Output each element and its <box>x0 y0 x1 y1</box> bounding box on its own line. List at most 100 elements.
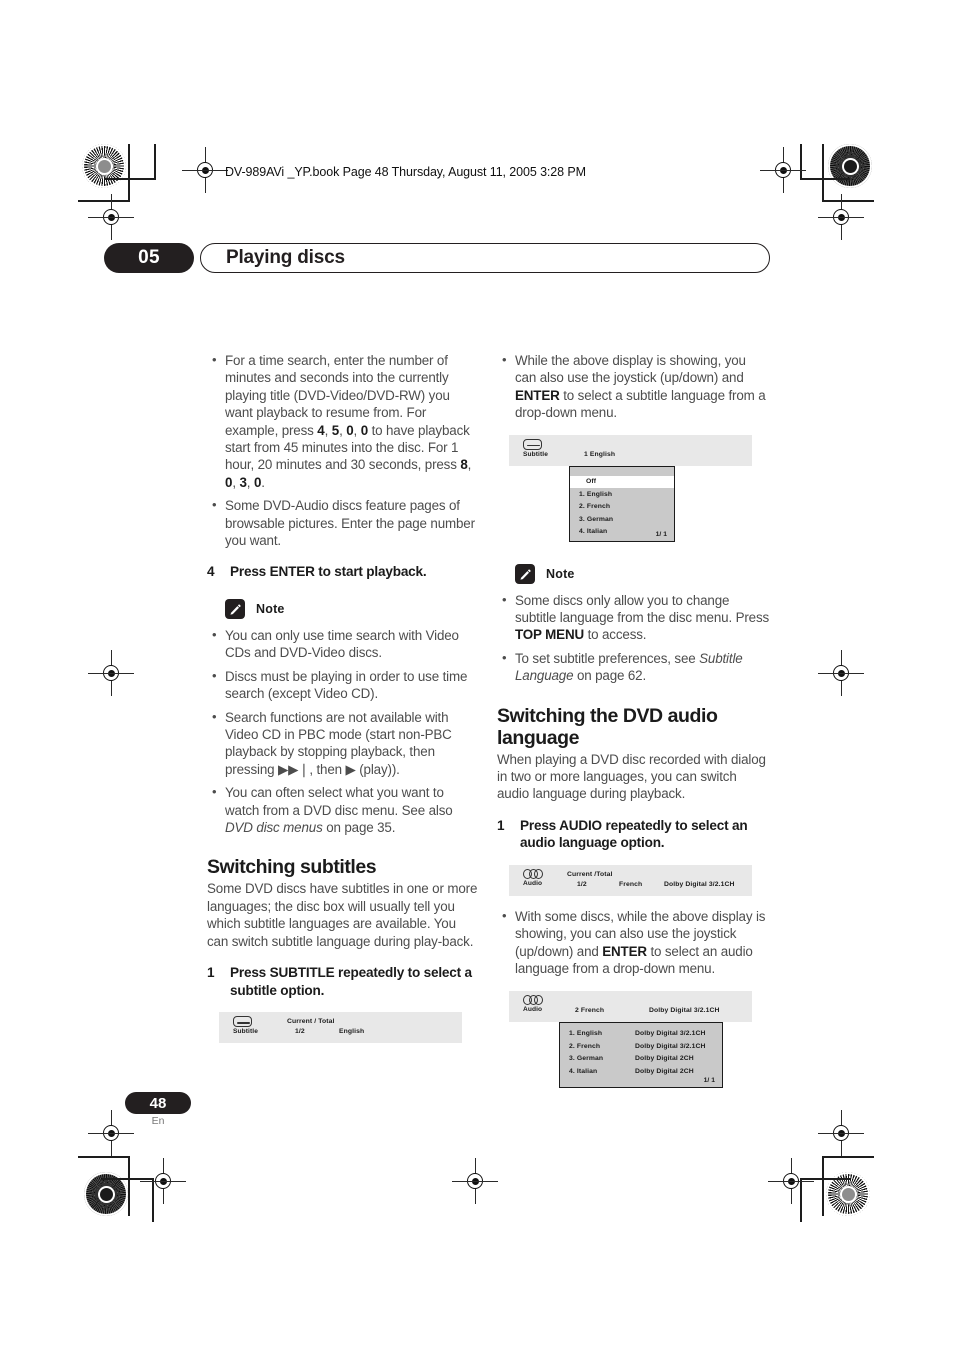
step-1-subtitle-text: Press SUBTITLE repeatedly to select a su… <box>230 965 472 998</box>
trim-mark-bottom-right-v2 <box>800 1178 802 1222</box>
trim-mark-top-left-h <box>78 200 130 202</box>
menu-item-audio-2[interactable]: 3. German Dolby Digital 2CH <box>560 1053 722 1066</box>
trim-mark-bottom-left-h2 <box>102 1178 154 1180</box>
osd-audio-icon-label: Audio <box>523 879 543 887</box>
menu-item-subtitle-2-label: 2. French <box>579 503 611 511</box>
list-item: Some DVD-Audio discs feature pages of br… <box>207 496 480 549</box>
right-column: While the above display is showing, you … <box>497 351 770 1088</box>
osd-audio-dropdown: Audio 2 French Dolby Digital 3/2.1CH 1. … <box>497 990 770 1088</box>
audio-dropdown-menu[interactable]: 1. English Dolby Digital 3/2.1CH 2. Fren… <box>559 1021 723 1088</box>
menu-item-audio-3-label: 4. Italian <box>569 1067 598 1075</box>
osd-audio-bar: Audio Current /Total 1/2 French Dolby Di… <box>509 864 752 896</box>
step-1-audio-number: 1 <box>497 817 505 833</box>
note-pencil-icon <box>515 563 535 584</box>
list-item: While the above display is showing, you … <box>497 351 770 422</box>
trim-mark-bottom-left-v <box>128 1156 130 1216</box>
menu-item-audio-0[interactable]: 1. English Dolby Digital 3/2.1CH <box>560 1028 722 1041</box>
list-item: You can often select what you want to wa… <box>207 783 480 836</box>
subtitle-dropdown-bullets: While the above display is showing, you … <box>497 351 770 422</box>
section-heading-switching-subtitles: Switching subtitles <box>207 856 377 879</box>
menu-item-subtitle-3-label: 3. German <box>579 515 614 523</box>
registration-rosette-top-left <box>82 144 126 188</box>
menu-item-subtitle-3[interactable]: 3. German <box>570 513 674 526</box>
note-label-right: Note <box>546 566 575 581</box>
time-search-bullets: For a time search, enter the number of m… <box>207 351 480 549</box>
menu-item-audio-1-label: 2. French <box>569 1042 601 1050</box>
note-header-left: Note <box>207 598 480 619</box>
trim-mark-top-left-h2 <box>104 178 156 180</box>
list-item: Discs must be playing in order to use ti… <box>207 667 480 703</box>
osd-subtitle-status: Subtitle Current / Total 1/2 English <box>207 1012 480 1044</box>
registration-mark-left-lower <box>88 1110 134 1156</box>
osd-audio-menu-bar: Audio 2 French Dolby Digital 3/2.1CH <box>509 990 752 1022</box>
section-body-switching-subtitles: Some DVD discs have subtitles in one or … <box>207 881 478 949</box>
osd-audio-status: Audio Current /Total 1/2 French Dolby Di… <box>497 864 770 896</box>
osd-subtitle-menu-icon-label: Subtitle <box>523 450 548 458</box>
osd-subtitle-dropdown: Subtitle 1 English Off 1. English 2. Fre… <box>497 434 770 542</box>
osd-audio-current-total: 1/2 <box>577 880 587 888</box>
list-item: With some discs, while the above display… <box>497 907 770 978</box>
osd-audio-header-label: Current /Total <box>567 870 613 878</box>
trim-mark-top-right-h2 <box>800 178 850 180</box>
menu-item-subtitle-0[interactable]: Off <box>570 475 674 489</box>
note-bullets-left: You can only use time search with Video … <box>207 626 480 836</box>
trim-mark-bottom-left-v2 <box>152 1178 154 1222</box>
menu-item-audio-3[interactable]: 4. Italian Dolby Digital 2CH <box>560 1065 722 1078</box>
step-1-subtitle-number: 1 <box>207 965 215 981</box>
chapter-banner: 05 Playing discs <box>104 243 770 273</box>
osd-subtitle-menu-bar: Subtitle 1 English <box>509 434 752 466</box>
menu-item-audio-1-format: Dolby Digital 3/2.1CH <box>635 1042 706 1050</box>
list-item: To set subtitle preferences, see Subtitl… <box>497 649 770 685</box>
print-file-header: DV-989AVi _YP.book Page 48 Thursday, Aug… <box>225 165 586 179</box>
osd-subtitle-icon-group: Subtitle <box>233 1016 267 1036</box>
registration-mark-bottom-right <box>768 1158 814 1204</box>
menu-item-subtitle-1-label: 1. English <box>579 490 613 498</box>
registration-mark-top-right-header <box>760 147 806 193</box>
registration-rosette-top-right <box>828 144 872 188</box>
chapter-number: 05 <box>104 243 194 273</box>
osd-audio-menu-selection-format: Dolby Digital 3/2.1CH <box>649 1006 720 1014</box>
osd-subtitle-current-total: 1/2 <box>295 1028 305 1036</box>
registration-mark-bottom-center <box>452 1158 498 1204</box>
menu-item-audio-2-format: Dolby Digital 2CH <box>635 1055 694 1063</box>
step-4-text: Press ENTER to start playback. <box>230 564 427 580</box>
osd-subtitle-header-label: Current / Total <box>287 1018 335 1026</box>
trim-mark-top-right-v2 <box>800 144 802 178</box>
menu-item-subtitle-1[interactable]: 1. English <box>570 488 674 501</box>
menu-item-audio-3-format: Dolby Digital 2CH <box>635 1067 694 1075</box>
trim-mark-top-left-v <box>128 144 130 202</box>
menu-item-subtitle-2[interactable]: 2. French <box>570 501 674 514</box>
osd-audio-menu-icon-group: Audio <box>523 994 557 1014</box>
menu-item-audio-2-label: 3. German <box>569 1055 604 1063</box>
osd-subtitle-bar: Subtitle Current / Total 1/2 English <box>219 1012 462 1044</box>
trim-mark-top-left-v2 <box>154 144 156 178</box>
trim-mark-bottom-right-h <box>822 1156 874 1158</box>
note-bullets-right: Some discs only allow you to change subt… <box>497 591 770 685</box>
step-4: 4 Press ENTER to start playback. <box>207 563 480 581</box>
section-heading-switching-audio: Switching the DVD audio language <box>497 704 718 749</box>
registration-mark-right-lower <box>818 1110 864 1156</box>
list-item: For a time search, enter the number of m… <box>207 351 480 491</box>
menu-item-audio-1[interactable]: 2. French Dolby Digital 3/2.1CH <box>560 1040 722 1053</box>
osd-subtitle-menu-icon-group: Subtitle <box>523 438 557 459</box>
note-pencil-icon <box>225 598 245 619</box>
trim-mark-bottom-right-v <box>822 1156 824 1216</box>
step-4-number: 4 <box>207 564 215 580</box>
osd-audio-icon-group: Audio <box>523 868 557 888</box>
registration-mark-left-middle <box>88 650 134 696</box>
subtitle-dropdown-menu[interactable]: Off 1. English 2. French 3. German 4. It… <box>569 465 675 542</box>
registration-mark-right-middle <box>818 650 864 696</box>
list-item: You can only use time search with Video … <box>207 626 480 662</box>
osd-subtitle-icon-label: Subtitle <box>233 1028 258 1036</box>
menu-item-audio-0-format: Dolby Digital 3/2.1CH <box>635 1030 706 1038</box>
page-title: Playing discs <box>200 243 770 273</box>
step-1-audio-text: Press AUDIO repeatedly to select an audi… <box>520 817 748 851</box>
menu-item-audio-0-label: 1. English <box>569 1030 603 1038</box>
menu-item-subtitle-4-label: 4. Italian <box>579 528 608 536</box>
registration-mark-right-upper <box>818 194 864 240</box>
trim-mark-top-right-h <box>822 200 874 202</box>
audio-icon <box>523 868 543 879</box>
trim-mark-top-right-v <box>822 144 824 202</box>
subtitle-icon <box>233 1016 252 1028</box>
registration-mark-top-header <box>182 147 228 193</box>
